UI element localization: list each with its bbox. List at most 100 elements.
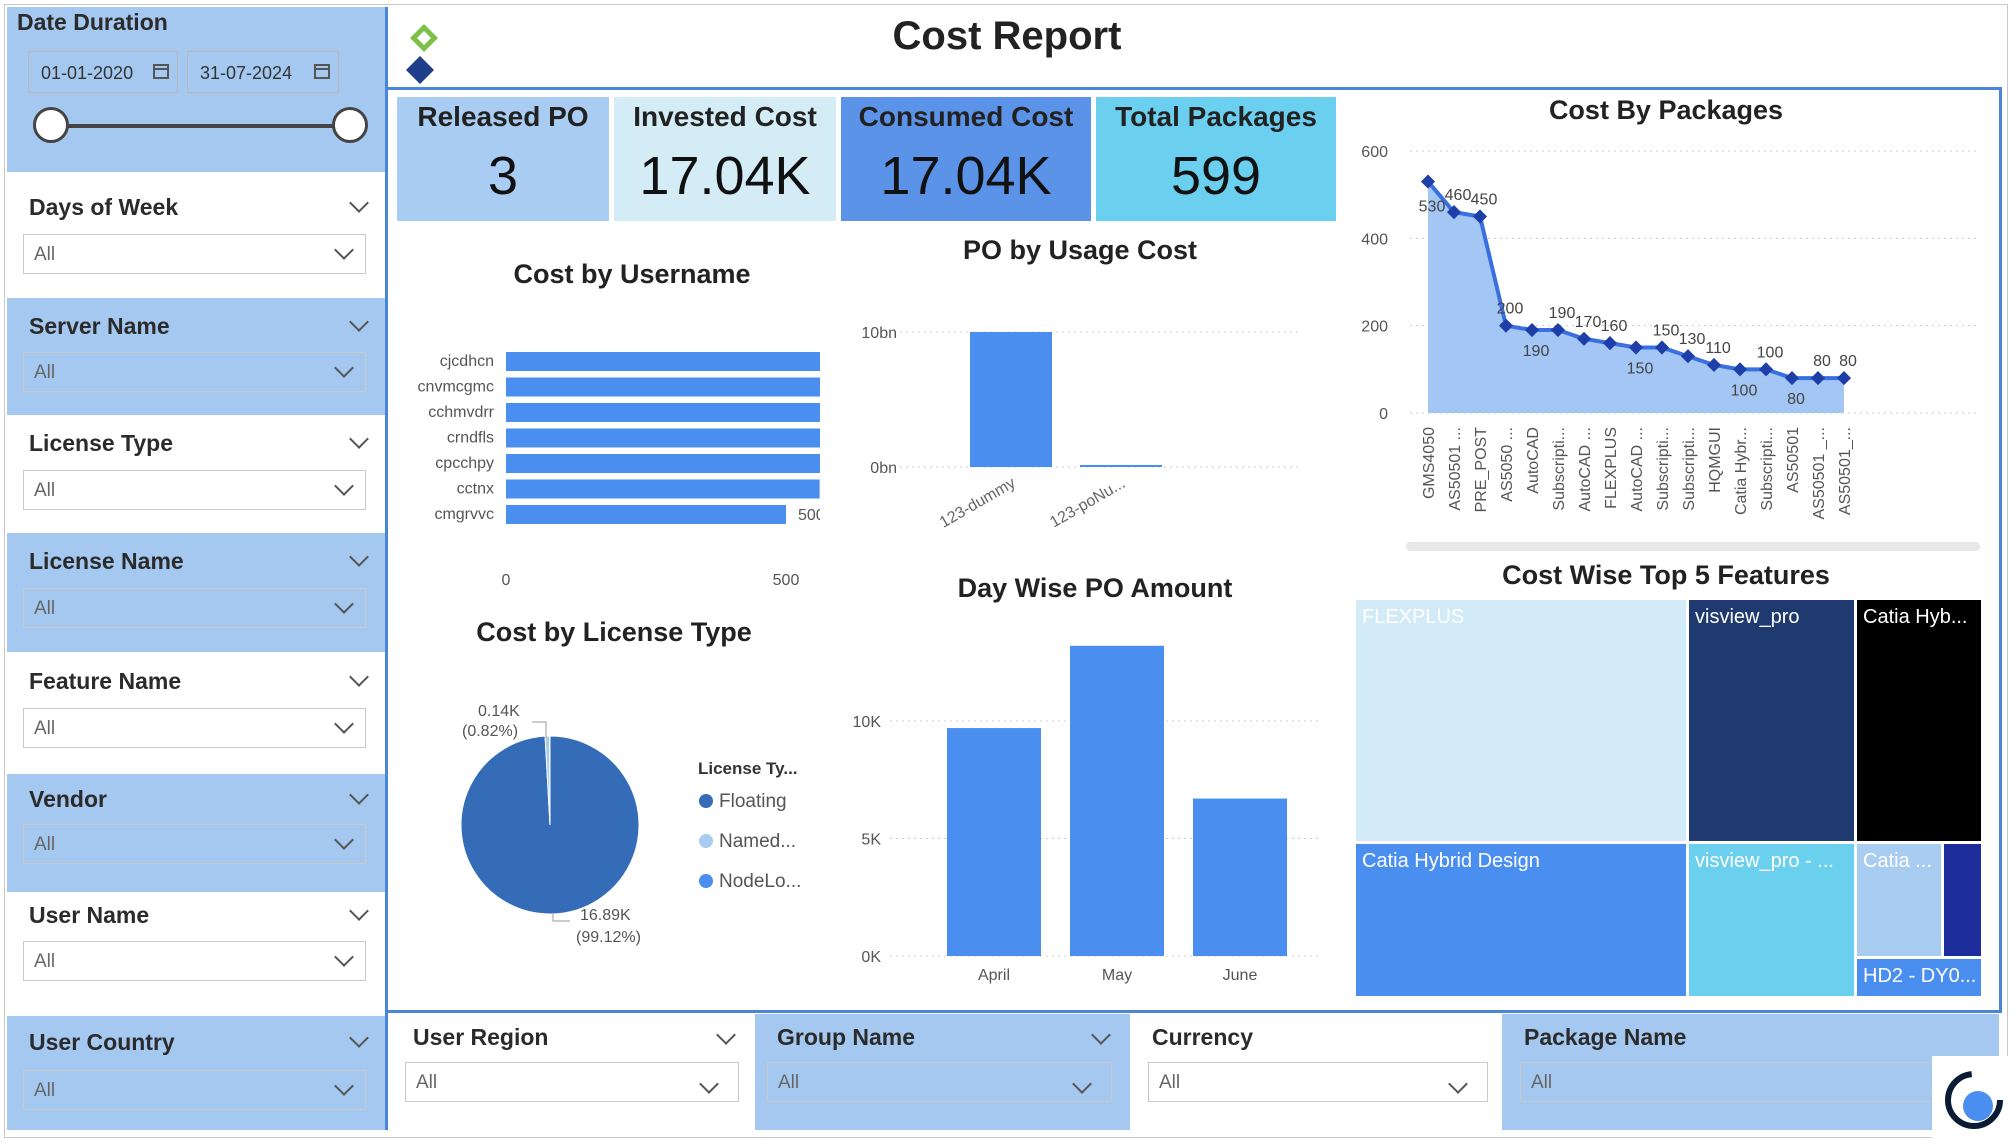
bar[interactable] [1080, 465, 1162, 467]
chevron-down-icon[interactable] [334, 947, 354, 967]
license-type-dropdown[interactable]: All [23, 470, 366, 510]
data-label: 170 [1575, 314, 1602, 331]
chevron-down-icon[interactable] [349, 547, 369, 567]
bar[interactable] [1193, 799, 1287, 956]
chevron-down-icon[interactable] [349, 312, 369, 332]
data-label: 0.14K [478, 703, 520, 720]
bar[interactable] [506, 403, 820, 422]
days-of-week-slicer: Days of Week All [7, 172, 388, 290]
chart-title: PO by Usage Cost [880, 235, 1280, 266]
chart-title: Cost by License Type [414, 617, 814, 648]
slicer-title: User Country [29, 1029, 175, 1056]
treemap-cell[interactable]: HD2 - DY0... [1857, 959, 1981, 996]
chevron-down-icon[interactable] [334, 358, 354, 378]
chevron-down-icon[interactable] [349, 901, 369, 921]
chevron-down-icon[interactable] [349, 193, 369, 213]
treemap-cell[interactable]: Catia Hyb... [1857, 600, 1981, 841]
date-range-end-handle[interactable] [332, 107, 368, 143]
kpi-card-consumed-cost[interactable]: Consumed Cost 17.04K [841, 97, 1091, 221]
treemap-cell[interactable] [1944, 844, 1981, 956]
slicer-title: User Region [413, 1024, 548, 1051]
legend-marker [699, 834, 713, 848]
chevron-down-icon[interactable] [334, 830, 354, 850]
feature-name-dropdown[interactable]: All [23, 708, 366, 748]
tick-label: 0 [1379, 406, 1388, 423]
feature-name-slicer: Feature Name All [7, 652, 388, 774]
kpi-card-invested-cost[interactable]: Invested Cost 17.04K [614, 97, 836, 221]
po-by-usage-cost-chart[interactable]: 10bn0bn123-dummy123-poNu... [840, 300, 1300, 560]
cost-wise-top5-features-treemap[interactable]: FLEXPLUSvisview_proCatia Hyb... Catia Hyb… [1356, 600, 1981, 996]
server-name-dropdown[interactable]: All [23, 352, 366, 392]
data-label: 100 [1757, 344, 1784, 361]
category-label: April [978, 967, 1010, 984]
chevron-down-icon[interactable] [334, 476, 354, 496]
treemap-cell[interactable]: visview_pro - ... [1689, 844, 1854, 996]
tick-label: 400 [1361, 231, 1388, 248]
data-label: 450 [1471, 192, 1498, 209]
day-wise-po-amount-chart[interactable]: 0K5K10KAprilMayJune [840, 620, 1320, 1000]
chevron-down-icon[interactable] [349, 667, 369, 687]
treemap-cell[interactable]: Catia Hybrid Design [1356, 844, 1686, 996]
bar[interactable] [506, 505, 786, 524]
bar[interactable] [1070, 646, 1164, 956]
chart-title: Cost By Packages [1466, 95, 1866, 126]
date-range-track[interactable] [49, 124, 357, 128]
tick-label: 0bn [870, 460, 897, 477]
chevron-down-icon[interactable] [349, 429, 369, 449]
bar[interactable] [947, 728, 1041, 956]
treemap-cell[interactable]: visview_pro [1689, 600, 1854, 841]
chevron-down-icon[interactable] [716, 1025, 736, 1045]
cost-by-username-chart[interactable]: cjcdhcn770cnvmcgmc660cchmvdrr650crndfls6… [400, 300, 820, 600]
chevron-down-icon[interactable] [334, 240, 354, 260]
chevron-down-icon[interactable] [1091, 1025, 1111, 1045]
app-badge [1932, 1056, 2014, 1142]
bar[interactable] [970, 332, 1052, 467]
server-name-slicer: Server Name All [7, 298, 388, 415]
group-name-dropdown[interactable]: All [767, 1062, 1112, 1102]
currency-dropdown[interactable]: All [1148, 1062, 1488, 1102]
category-label: cjcdhcn [440, 353, 494, 370]
bar[interactable] [506, 352, 820, 371]
bar[interactable] [506, 480, 820, 499]
data-label: 100 [1731, 382, 1758, 399]
treemap-label: Catia ... [1863, 850, 1932, 873]
category-label: May [1102, 967, 1132, 984]
chevron-down-icon[interactable] [334, 594, 354, 614]
bar[interactable] [506, 454, 820, 473]
bar[interactable] [506, 378, 820, 397]
chevron-down-icon[interactable] [334, 1076, 354, 1096]
tick-label: 10K [853, 714, 882, 731]
days-of-week-dropdown[interactable]: All [23, 234, 366, 274]
dropdown-value: All [34, 951, 55, 973]
divider [385, 7, 388, 1130]
package-name-dropdown[interactable]: All [1520, 1062, 1940, 1102]
chevron-down-icon[interactable] [1448, 1074, 1468, 1094]
user-region-dropdown[interactable]: All [405, 1062, 739, 1102]
calendar-icon[interactable] [153, 64, 169, 79]
leader-line [553, 914, 570, 921]
tick-label: 10bn [861, 325, 897, 342]
kpi-card-released-po[interactable]: Released PO 3 [397, 97, 609, 221]
vendor-dropdown[interactable]: All [23, 824, 366, 864]
chevron-down-icon[interactable] [1072, 1074, 1092, 1094]
page-title: Cost Report [0, 14, 2014, 59]
category-label: cnvmcgmc [418, 379, 494, 396]
user-country-dropdown[interactable]: All [23, 1070, 366, 1110]
user-name-dropdown[interactable]: All [23, 941, 366, 981]
treemap-cell[interactable]: FLEXPLUS [1356, 600, 1686, 841]
date-range-start-handle[interactable] [33, 107, 69, 143]
bar[interactable] [506, 429, 820, 448]
chevron-down-icon[interactable] [334, 714, 354, 734]
cost-by-packages-chart[interactable]: 0200400600530GMS4050460AS50501 ...450PRE… [1340, 130, 1980, 560]
cost-by-license-type-chart[interactable]: 0.14K(0.82%)16.89K(99.12%)License Ty...F… [400, 660, 840, 980]
chevron-down-icon[interactable] [349, 785, 369, 805]
license-name-dropdown[interactable]: All [23, 588, 366, 628]
dropdown-value: All [34, 598, 55, 620]
chevron-down-icon[interactable] [349, 1028, 369, 1048]
treemap-cell[interactable]: Catia ... [1857, 844, 1941, 956]
kpi-label: Released PO [397, 101, 609, 133]
kpi-card-total-packages[interactable]: Total Packages 599 [1096, 97, 1336, 221]
chevron-down-icon[interactable] [699, 1074, 719, 1094]
kpi-label: Invested Cost [614, 101, 836, 133]
calendar-icon[interactable] [314, 64, 330, 79]
